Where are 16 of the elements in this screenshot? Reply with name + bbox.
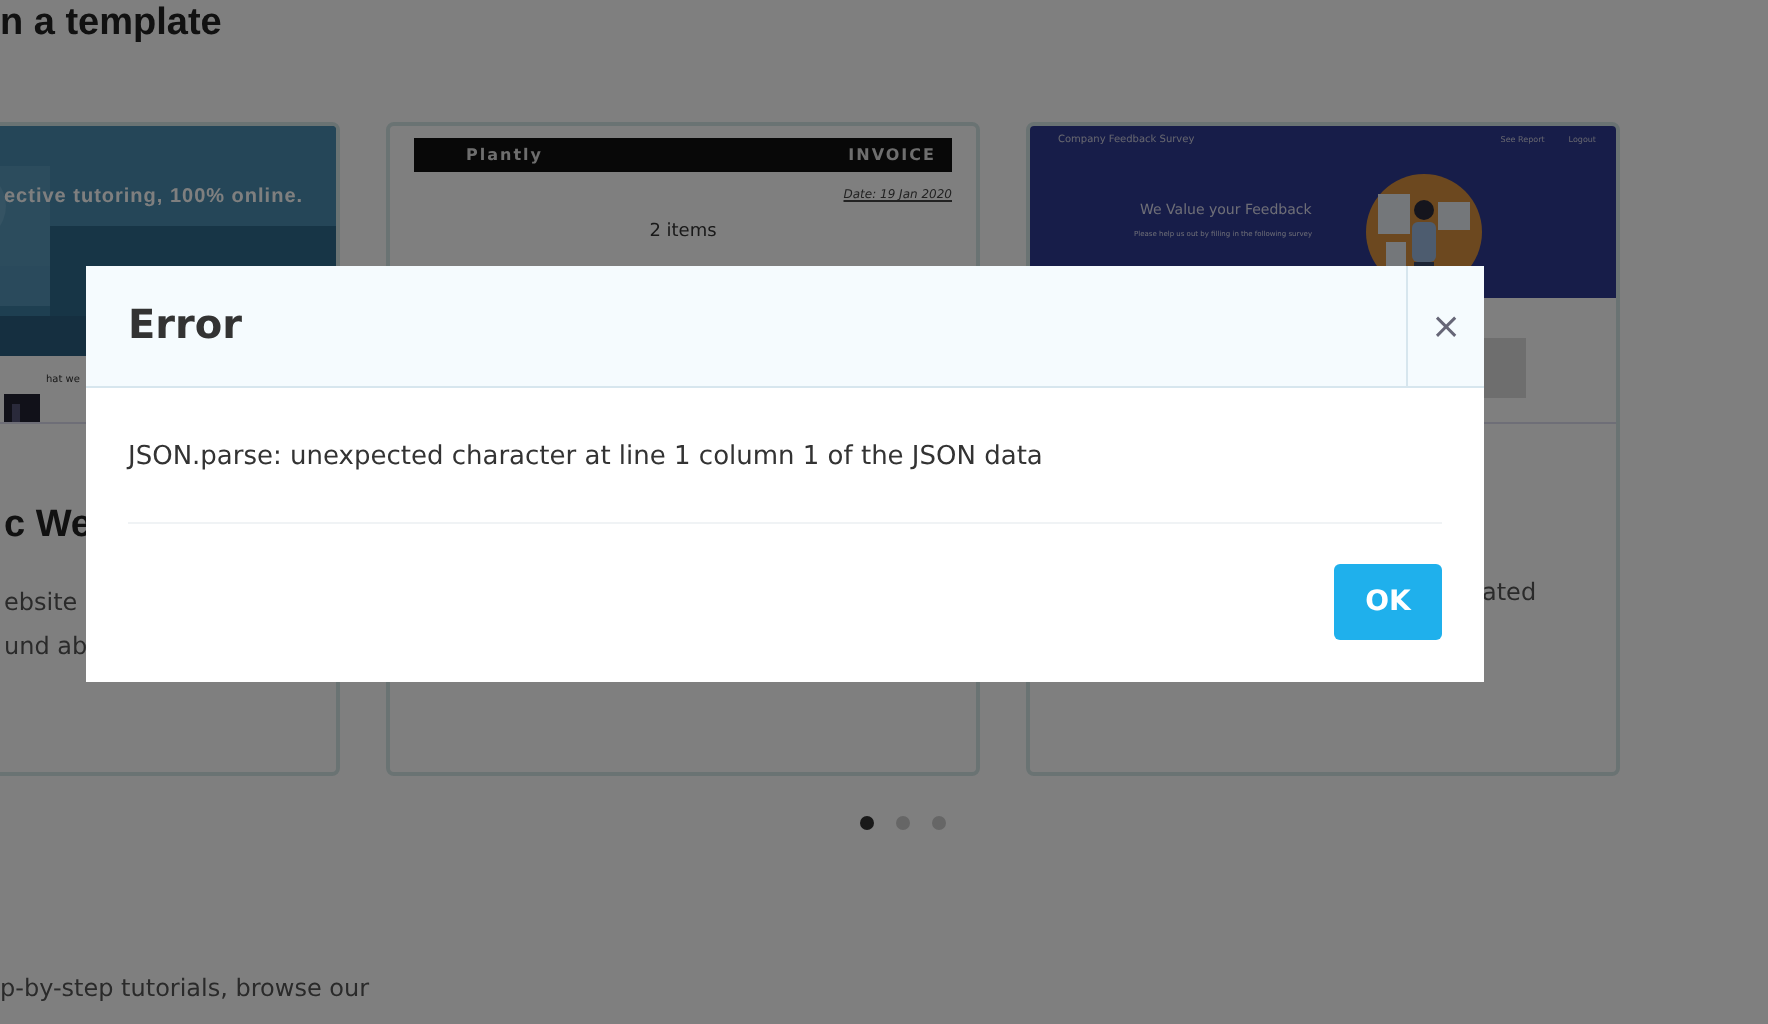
item-count: 2 items (649, 222, 717, 242)
carousel-dot[interactable] (931, 816, 945, 830)
brand-name: Plantly (466, 146, 543, 164)
ok-button[interactable]: OK (1334, 564, 1442, 640)
template-headline: ective tutoring, 100% online. (4, 186, 304, 208)
carousel-dot[interactable] (895, 816, 909, 830)
template-description: ated (1482, 578, 1539, 606)
invoice-title: INVOICE (848, 146, 936, 164)
section-heading: n a template (0, 2, 224, 48)
template-description: und ab (4, 630, 90, 664)
intro-text: p-by-step tutorials, browse our (0, 974, 372, 1002)
template-description: ebsite (4, 586, 80, 620)
dialog-title: Error (126, 298, 244, 352)
close-button[interactable]: × (1406, 266, 1484, 386)
carousel-dot[interactable] (859, 816, 873, 830)
thumbnail-icon (4, 394, 40, 422)
